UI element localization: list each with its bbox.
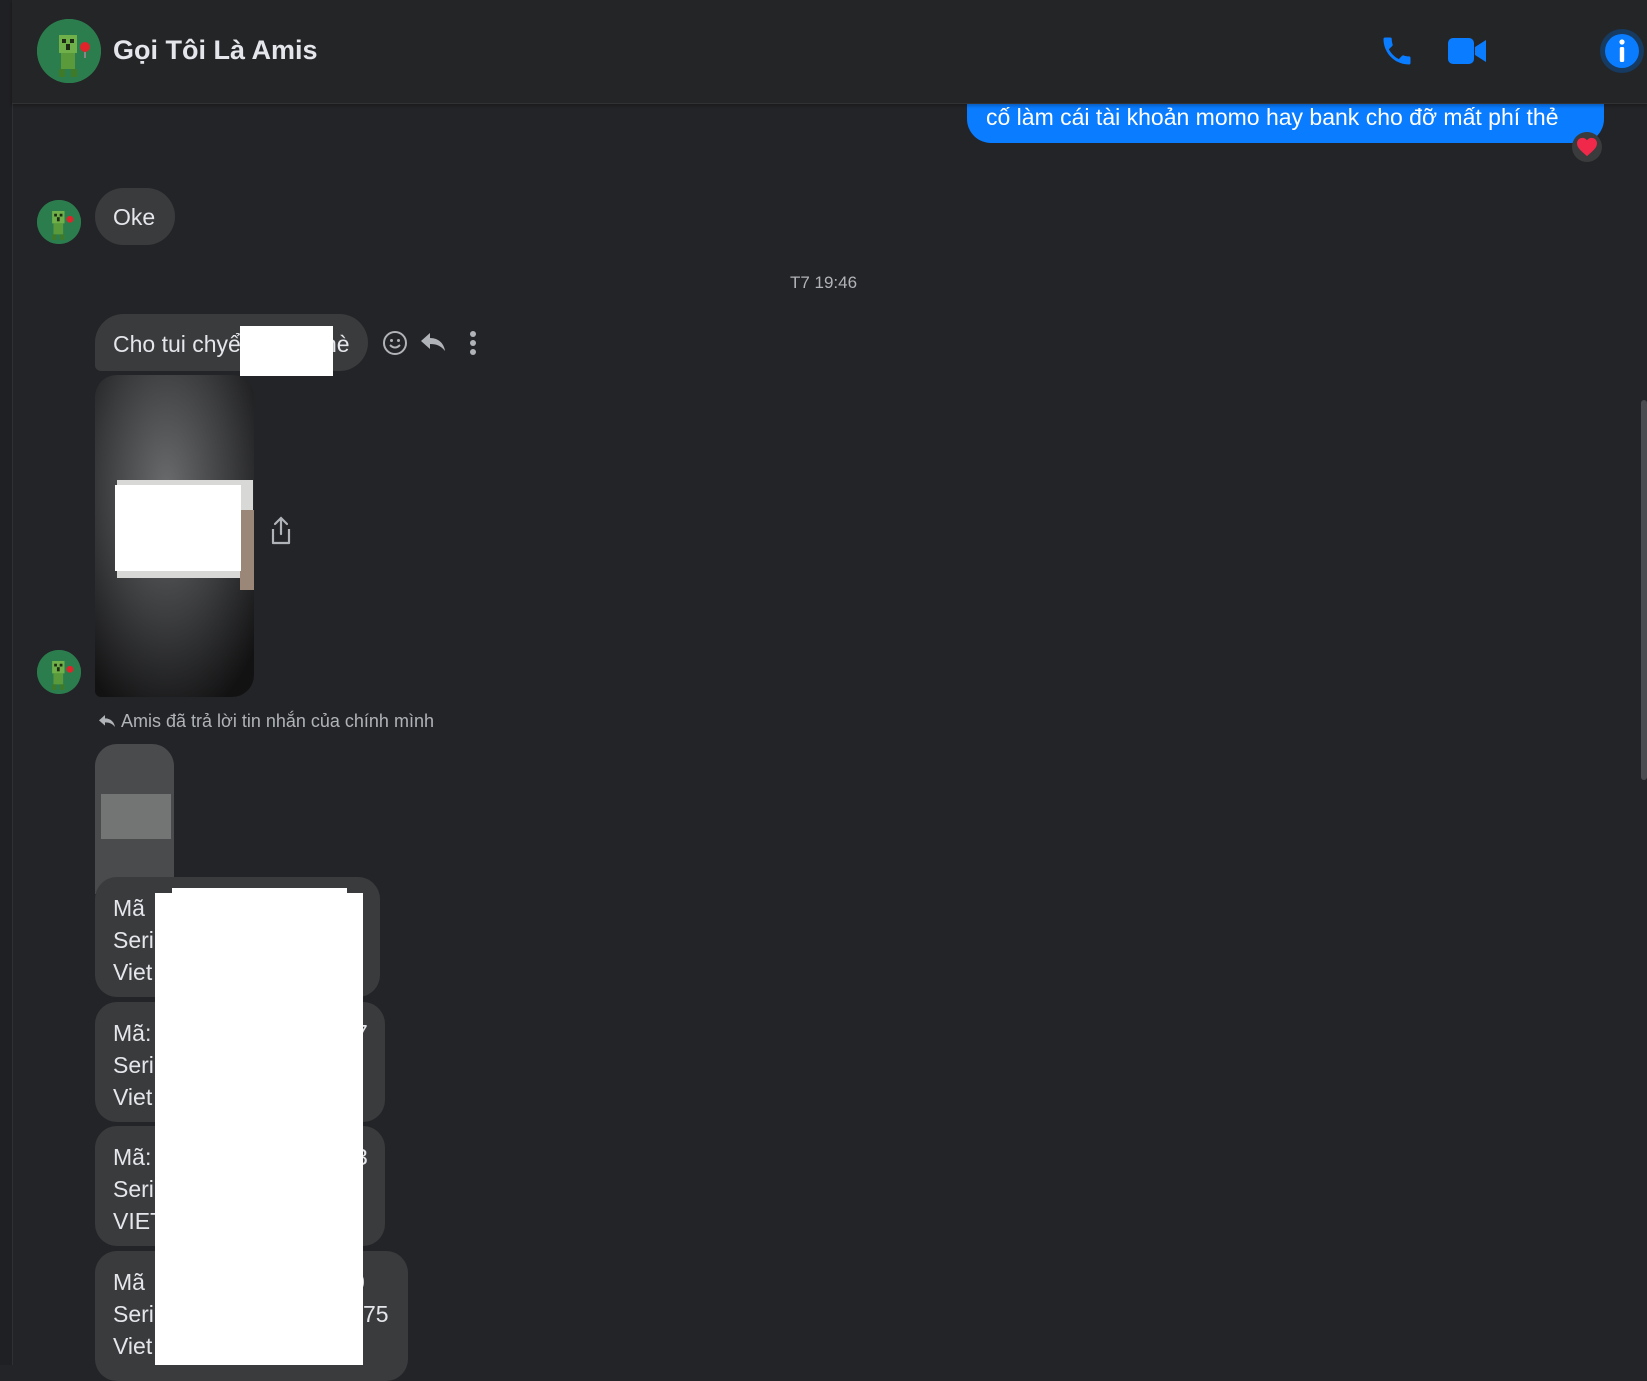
conversation-header: Gọi Tôi Là Amis — [12, 0, 1647, 104]
redacted-region — [240, 326, 333, 376]
creeper-avatar-icon — [37, 650, 81, 694]
incoming-message-oke[interactable]: Oke — [95, 188, 175, 245]
more-vertical-icon — [470, 331, 476, 355]
more-options-button[interactable] — [463, 329, 483, 357]
card-serial-line: Seri — [113, 1176, 154, 1202]
card-provider-line: Viet — [113, 1333, 153, 1359]
conversation-info-button[interactable] — [1599, 28, 1645, 74]
creeper-avatar-icon — [37, 200, 81, 244]
card-provider-line: Viet — [113, 1084, 153, 1110]
smiley-icon — [383, 331, 407, 355]
reply-arrow-icon — [421, 333, 445, 351]
share-button[interactable] — [266, 514, 296, 548]
message-text: Oke — [113, 204, 156, 230]
outgoing-message-text: cố làm cái tài khoản momo hay bank cho đ… — [986, 104, 1559, 130]
photo-attachment[interactable] — [95, 375, 254, 697]
message-text: Cho tui chyể — [113, 331, 241, 357]
reply-button[interactable] — [418, 328, 448, 356]
card-serial-tail: 75 — [363, 1301, 389, 1327]
redacted-region — [115, 485, 241, 571]
card-serial-line: Seri — [113, 1052, 154, 1078]
video-call-button[interactable] — [1445, 29, 1489, 73]
share-icon — [271, 516, 291, 545]
react-button[interactable] — [381, 329, 409, 357]
phone-icon — [1383, 37, 1411, 65]
scrollbar-thumb[interactable] — [1641, 400, 1647, 780]
sender-avatar[interactable] — [37, 650, 81, 694]
quoted-photo-image — [95, 744, 174, 894]
quoted-photo[interactable] — [95, 744, 174, 894]
incoming-message-transfer[interactable]: Cho tui chyể hè — [95, 314, 368, 376]
card-code-line: Mã — [113, 895, 145, 921]
reply-arrow-icon — [99, 715, 115, 727]
reply-context-text: Amis đã trả lời tin nhắn của chính mình — [121, 711, 434, 731]
card-code-line: Mã: — [113, 1144, 152, 1170]
heart-reaction[interactable] — [1572, 132, 1602, 162]
info-icon — [1600, 29, 1644, 73]
video-call-icon — [1448, 38, 1486, 64]
sender-avatar[interactable] — [37, 200, 81, 244]
reply-context[interactable]: Amis đã trả lời tin nhắn của chính mình — [97, 711, 434, 732]
card-provider-line: Viet — [113, 959, 153, 985]
message-timestamp: T7 19:46 — [789, 273, 858, 292]
phone-call-button[interactable] — [1375, 29, 1419, 73]
contact-name[interactable]: Gọi Tôi Là Amis — [113, 35, 318, 66]
left-panel-edge — [0, 0, 13, 1365]
redacted-region — [155, 893, 363, 1365]
heart-icon — [1577, 137, 1597, 157]
card-code-line: Mã: — [113, 1020, 152, 1046]
card-serial-line: Seri — [113, 1301, 154, 1327]
creeper-avatar-icon — [37, 19, 101, 83]
redacted-region — [172, 888, 347, 898]
card-serial-line: Seri — [113, 927, 154, 953]
contact-avatar[interactable] — [37, 19, 101, 83]
card-code-line: Mã — [113, 1269, 145, 1295]
